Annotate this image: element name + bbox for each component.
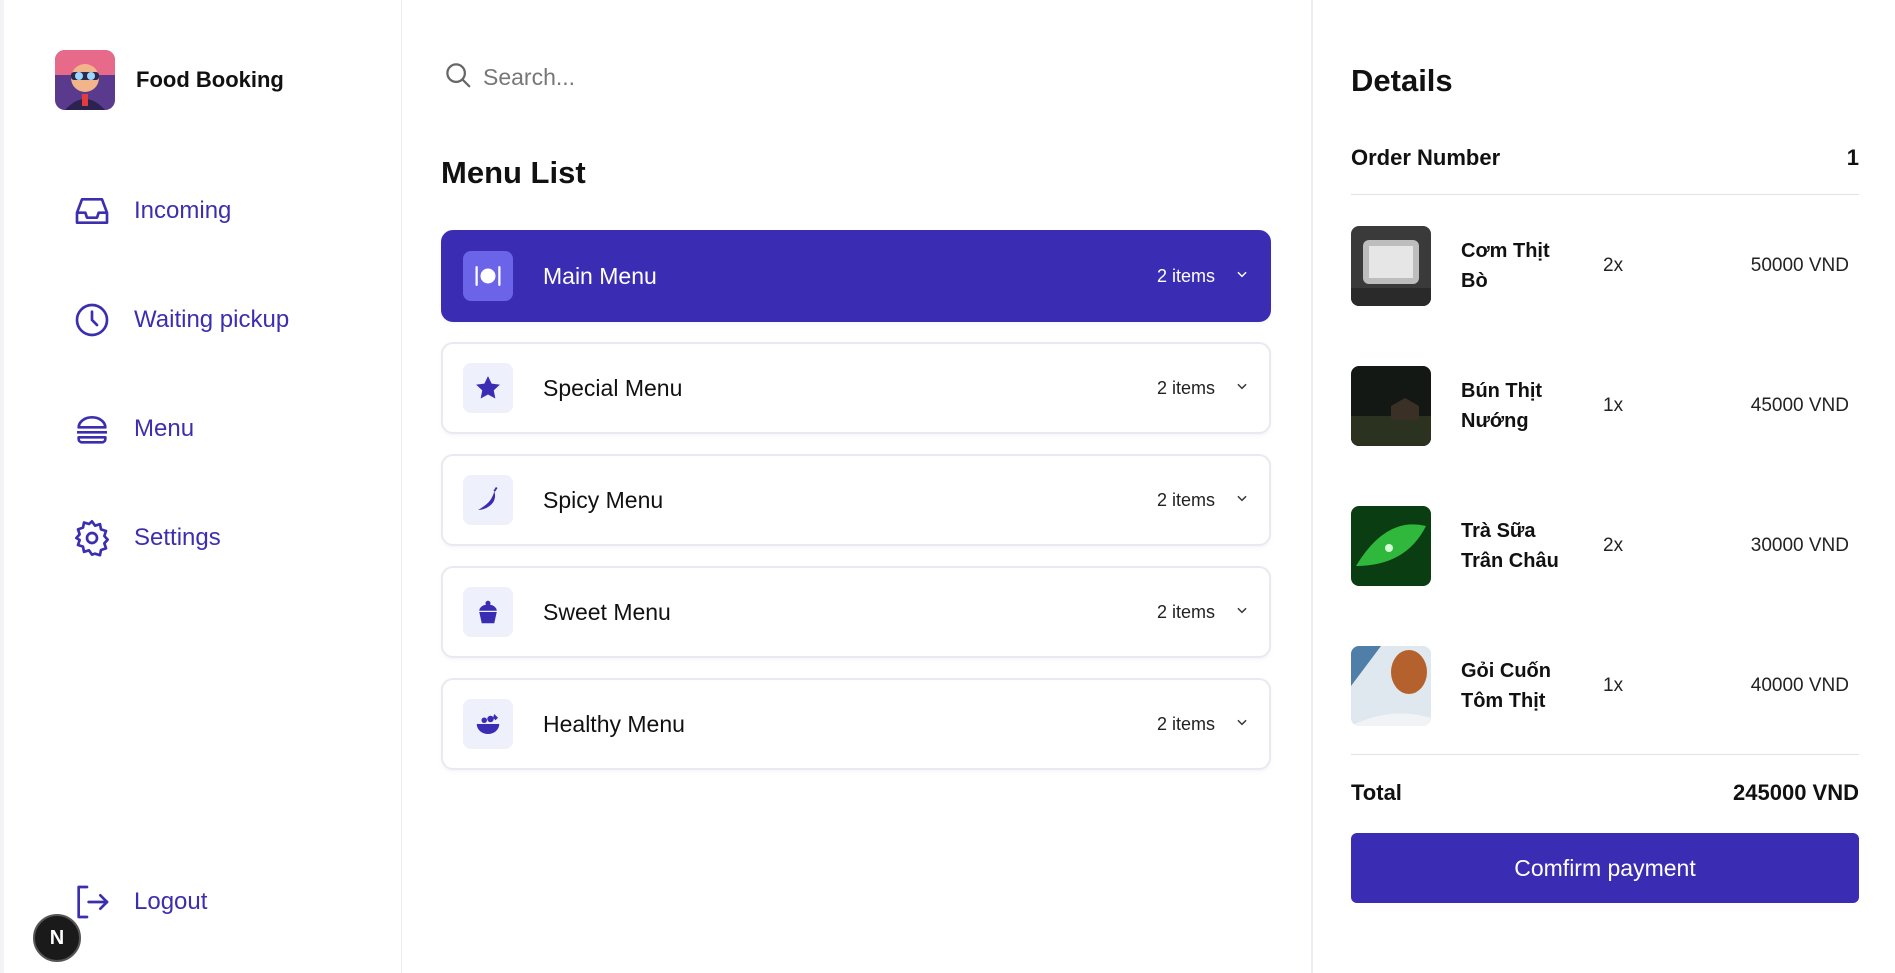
total-row: Total 245000 VND bbox=[1351, 780, 1859, 806]
total-value: 245000 VND bbox=[1733, 780, 1859, 805]
order-details-panel: Details Order Number 1 Cơm Thịt Bò 2x 50… bbox=[1311, 0, 1895, 973]
item-quantity: 2x bbox=[1603, 535, 1624, 556]
plate-icon bbox=[463, 251, 513, 301]
item-quantity: 1x bbox=[1603, 675, 1624, 696]
order-item: Gỏi Cuốn Tôm Thịt 1x 40000 VND bbox=[1351, 646, 1859, 726]
search-icon bbox=[443, 60, 473, 95]
menu-category-sweet[interactable]: Sweet Menu 2 items bbox=[441, 566, 1271, 658]
page-title: Menu List bbox=[441, 155, 586, 190]
item-name: Bún Thịt Nướng bbox=[1461, 380, 1543, 432]
nav-item-incoming[interactable]: Incoming bbox=[70, 189, 231, 233]
item-quantity: 1x bbox=[1603, 395, 1624, 416]
nav-label: Menu bbox=[134, 415, 195, 442]
item-name: Trà Sữa Trân Châu bbox=[1461, 520, 1559, 572]
sidebar: Food Booking Incoming Waiting pickup Men… bbox=[0, 0, 402, 973]
item-price: 40000 VND bbox=[1750, 675, 1849, 696]
order-item: Bún Thịt Nướng 1x 45000 VND bbox=[1351, 366, 1859, 446]
item-quantity: 2x bbox=[1603, 255, 1624, 276]
item-thumbnail bbox=[1351, 506, 1431, 586]
item-price: 30000 VND bbox=[1750, 535, 1849, 556]
menu-category-spicy[interactable]: Spicy Menu 2 items bbox=[441, 454, 1271, 546]
nav-label: Settings bbox=[134, 524, 221, 551]
chevron-down-icon bbox=[1235, 491, 1249, 510]
logout-icon bbox=[70, 880, 114, 924]
divider bbox=[1351, 194, 1859, 195]
salad-icon bbox=[463, 699, 513, 749]
nav-label: Waiting pickup bbox=[134, 306, 290, 333]
chevron-down-icon bbox=[1235, 379, 1249, 398]
search-bar[interactable] bbox=[443, 60, 883, 95]
divider bbox=[1351, 754, 1859, 755]
nav-item-waiting-pickup[interactable]: Waiting pickup bbox=[70, 298, 289, 342]
search-input[interactable] bbox=[483, 64, 883, 91]
nav-item-menu[interactable]: Menu bbox=[70, 407, 194, 451]
menu-category-name: Main Menu bbox=[543, 262, 657, 289]
clock-icon bbox=[70, 298, 114, 342]
item-thumbnail bbox=[1351, 226, 1431, 306]
menu-category-healthy[interactable]: Healthy Menu 2 items bbox=[441, 678, 1271, 770]
menu-category-count: 2 items bbox=[1156, 489, 1215, 510]
chevron-down-icon bbox=[1235, 603, 1249, 622]
inbox-icon bbox=[70, 189, 114, 233]
logout-label: Logout bbox=[134, 888, 208, 915]
burger-icon bbox=[70, 407, 114, 451]
menu-category-name: Healthy Menu bbox=[543, 710, 685, 737]
details-title: Details bbox=[1351, 63, 1453, 98]
order-number-label: Order Number bbox=[1351, 145, 1501, 170]
menu-category-main[interactable]: Main Menu 2 items bbox=[441, 230, 1271, 322]
nav-item-settings[interactable]: Settings bbox=[70, 516, 221, 560]
order-number-row: Order Number 1 bbox=[1351, 145, 1859, 171]
gear-icon bbox=[70, 516, 114, 560]
menu-category-special[interactable]: Special Menu 2 items bbox=[441, 342, 1271, 434]
menu-category-count: 2 items bbox=[1156, 601, 1215, 622]
item-price: 50000 VND bbox=[1750, 255, 1849, 276]
dev-indicator-badge[interactable]: N bbox=[33, 914, 81, 962]
menu-category-name: Special Menu bbox=[543, 374, 683, 401]
star-icon bbox=[463, 363, 513, 413]
total-label: Total bbox=[1351, 780, 1402, 805]
brand: Food Booking bbox=[55, 50, 284, 110]
chili-icon bbox=[463, 475, 513, 525]
logout-button[interactable]: Logout bbox=[70, 880, 207, 924]
menu-category-count: 2 items bbox=[1156, 377, 1215, 398]
order-item: Cơm Thịt Bò 2x 50000 VND bbox=[1351, 226, 1859, 306]
menu-category-count: 2 items bbox=[1156, 265, 1215, 286]
brand-logo bbox=[55, 50, 115, 110]
menu-category-name: Sweet Menu bbox=[543, 598, 671, 625]
item-thumbnail bbox=[1351, 366, 1431, 446]
cupcake-icon bbox=[463, 587, 513, 637]
order-item: Trà Sữa Trân Châu 2x 30000 VND bbox=[1351, 506, 1859, 586]
item-name: Gỏi Cuốn Tôm Thịt bbox=[1461, 660, 1551, 712]
item-price: 45000 VND bbox=[1750, 395, 1849, 416]
menu-category-name: Spicy Menu bbox=[543, 486, 664, 513]
order-number-value: 1 bbox=[1846, 145, 1859, 170]
item-thumbnail bbox=[1351, 646, 1431, 726]
confirm-payment-button[interactable]: Comfirm payment bbox=[1351, 833, 1859, 903]
main-panel: Menu List Main Menu 2 items Special Menu… bbox=[403, 0, 1311, 973]
brand-name: Food Booking bbox=[136, 67, 284, 92]
menu-category-count: 2 items bbox=[1156, 713, 1215, 734]
chevron-down-icon bbox=[1235, 267, 1249, 286]
item-name: Cơm Thịt Bò bbox=[1461, 240, 1550, 292]
nav-label: Incoming bbox=[134, 197, 232, 224]
chevron-down-icon bbox=[1235, 715, 1249, 734]
